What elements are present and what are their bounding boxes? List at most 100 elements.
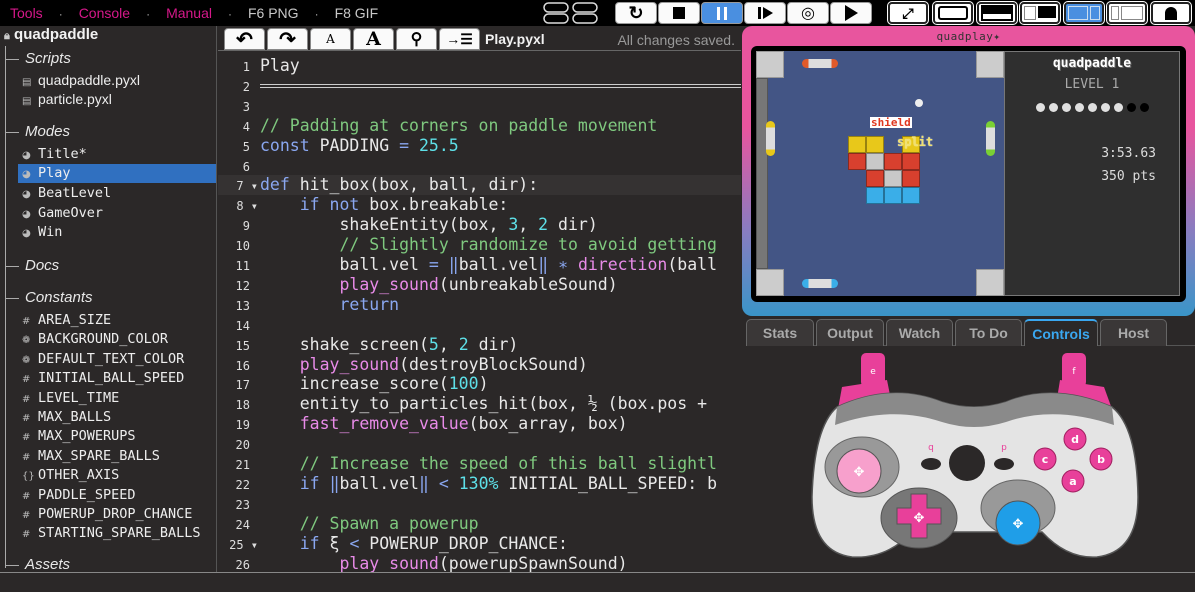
menu-tools[interactable]: Tools — [10, 5, 43, 21]
code-line[interactable]: def hit_box(box, ball, dir): — [260, 175, 538, 194]
constant-label: MAX_SPARE_BALLS — [38, 447, 160, 464]
home-button[interactable] — [949, 445, 985, 481]
mode-item[interactable]: ◕ Title* — [22, 145, 87, 164]
constant-item[interactable]: # STARTING_SPARE_BALLS — [22, 524, 201, 543]
view-test-button[interactable] — [976, 1, 1018, 25]
menu-manual[interactable]: Manual — [166, 5, 212, 21]
menu-f8-gif[interactable]: F8 GIF — [335, 5, 379, 21]
code-line[interactable]: // Increase the speed of this ball sligh… — [260, 454, 717, 473]
constant-item[interactable]: {} OTHER_AXIS — [22, 466, 119, 485]
tab-controls[interactable]: Controls — [1024, 319, 1098, 346]
tab-to-do[interactable]: To Do — [955, 319, 1022, 346]
constant-item[interactable]: ❁ BACKGROUND_COLOR — [22, 330, 168, 349]
script-item[interactable]: ▤ quadpaddle.pyxl — [22, 71, 140, 90]
section-docs[interactable]: Docs — [5, 257, 59, 274]
view-editor-button[interactable] — [1063, 1, 1105, 25]
view-ide-button[interactable] — [1106, 1, 1148, 25]
undo-button[interactable]: ↶ — [224, 28, 265, 51]
tab-output[interactable]: Output — [816, 319, 884, 346]
code-line[interactable]: increase_score(100) — [260, 374, 489, 393]
menu-f6-png[interactable]: F6 PNG — [248, 5, 299, 21]
slow-motion-button[interactable]: ◎ — [787, 2, 829, 24]
constant-item[interactable]: # MAX_BALLS — [22, 408, 111, 427]
face-button-a[interactable]: a — [1061, 469, 1085, 493]
font-smaller-button[interactable]: A — [310, 28, 351, 50]
number-constant-icon: # — [22, 316, 31, 327]
font-larger-button[interactable]: A — [353, 28, 394, 50]
section-constants[interactable]: Constants — [5, 289, 93, 306]
game-screen[interactable]: shield split quadpaddle LEVEL 1 3:53.63 … — [751, 46, 1186, 302]
find-button[interactable]: ⚲ — [396, 28, 437, 50]
view-wide-button[interactable] — [1019, 1, 1061, 25]
code-line[interactable]: shake_screen(5, 2 dir) — [260, 335, 519, 354]
face-button-d[interactable]: d — [1063, 427, 1087, 451]
code-token: 3 — [508, 215, 519, 235]
redo-button[interactable]: ↷ — [267, 28, 308, 51]
section-assets[interactable]: Assets — [5, 556, 70, 572]
tab-stats[interactable]: Stats — [746, 319, 814, 346]
pause-button[interactable] — [701, 2, 743, 24]
mode-item[interactable]: ◕ GameOver — [22, 204, 103, 223]
tab-watch[interactable]: Watch — [886, 319, 953, 346]
code-line[interactable]: if ξ < POWERUP_DROP_CHANCE: — [260, 534, 568, 553]
constant-item[interactable]: # POWERUP_DROP_CHANCE — [22, 505, 192, 524]
code-token: ‖ — [538, 255, 549, 274]
code-line[interactable]: const PADDING = 25.5 — [260, 136, 459, 155]
start-button-p[interactable] — [994, 458, 1014, 470]
code-line[interactable]: // Spawn a powerup — [260, 514, 479, 533]
menu-console[interactable]: Console — [79, 5, 130, 21]
code-line[interactable]: entity_to_particles_hit(box, ½ (box.pos … — [260, 394, 717, 413]
mode-item[interactable]: ◕ Win — [22, 223, 62, 242]
face-button-b[interactable]: b — [1089, 447, 1113, 471]
mode-item-selected[interactable]: ◕ Play — [18, 164, 216, 183]
code-line[interactable]: // Padding at corners on paddle movement — [260, 116, 657, 135]
code-line[interactable]: if ‖ball.vel‖ < 130% INITIAL_BALL_SPEED:… — [260, 474, 717, 493]
code-token: 2 — [538, 215, 549, 235]
constant-item[interactable]: # PADDLE_SPEED — [22, 486, 136, 505]
code-line[interactable]: shakeEntity(box, 3, 2 dir) — [260, 215, 598, 235]
line-number: 12 — [235, 278, 250, 293]
code-line[interactable]: play_sound(powerupSpawnSound) — [260, 554, 627, 573]
code-line[interactable]: if not box.breakable: — [260, 195, 509, 214]
step-button[interactable] — [744, 2, 786, 24]
code-line[interactable]: ball.vel = ‖ball.vel‖ ∗ direction(ball — [260, 255, 717, 274]
select-button-q[interactable] — [921, 458, 941, 470]
section-modes[interactable]: Modes — [5, 123, 70, 140]
section-rule — [260, 83, 741, 88]
dpad-arrows-icon: ✥ — [1013, 517, 1024, 532]
restart-button[interactable]: ↻ — [615, 2, 657, 24]
code-line[interactable]: // Slightly randomize to avoid getting — [260, 235, 717, 254]
constant-item[interactable]: # LEVEL_TIME — [22, 389, 119, 408]
code-line[interactable]: Play — [260, 56, 300, 75]
code-line[interactable]: fast_remove_value(box_array, box) — [260, 414, 628, 433]
code-area[interactable]: 1 Play 2 3 4// Padding at corners on paddle … — [218, 52, 741, 572]
code-line[interactable]: play_sound(destroyBlockSound) — [260, 355, 588, 374]
section-scripts[interactable]: Scripts — [5, 50, 71, 67]
constant-label: STARTING_SPARE_BALLS — [38, 525, 201, 542]
pause-icon — [717, 6, 727, 20]
play-button[interactable] — [830, 2, 872, 24]
mode-item[interactable]: ◕ BeatLevel — [22, 184, 111, 203]
tab-host[interactable]: Host — [1100, 319, 1167, 346]
code-line[interactable] — [260, 76, 741, 88]
mode-label: Win — [38, 224, 63, 240]
life-indicator — [1126, 103, 1136, 112]
stop-button[interactable] — [658, 2, 700, 24]
view-emulator-button[interactable] — [932, 1, 974, 25]
constant-item[interactable]: # INITIAL_BALL_SPEED — [22, 369, 184, 388]
code-line[interactable]: return — [260, 295, 399, 314]
constant-item[interactable]: # MAX_SPARE_BALLS — [22, 447, 160, 466]
code-line[interactable]: play_sound(unbreakableSound) — [260, 275, 617, 294]
constant-item[interactable]: ❁ DEFAULT_TEXT_COLOR — [22, 350, 184, 369]
view-ghost-button[interactable] — [1150, 1, 1192, 25]
code-token: dir) — [548, 215, 598, 235]
constant-item[interactable]: # MAX_POWERUPS — [22, 427, 136, 446]
constant-item[interactable]: # AREA_SIZE — [22, 311, 111, 330]
indent-button[interactable]: →☰ — [439, 28, 480, 50]
face-button-c[interactable]: c — [1033, 447, 1057, 471]
emulator-view-icon — [938, 6, 968, 20]
script-item[interactable]: ▤ particle.pyxl — [22, 90, 112, 109]
view-maximal-button[interactable]: ⤢ — [887, 1, 929, 25]
project-title[interactable]: 🔒︎ quadpaddle — [4, 26, 98, 43]
